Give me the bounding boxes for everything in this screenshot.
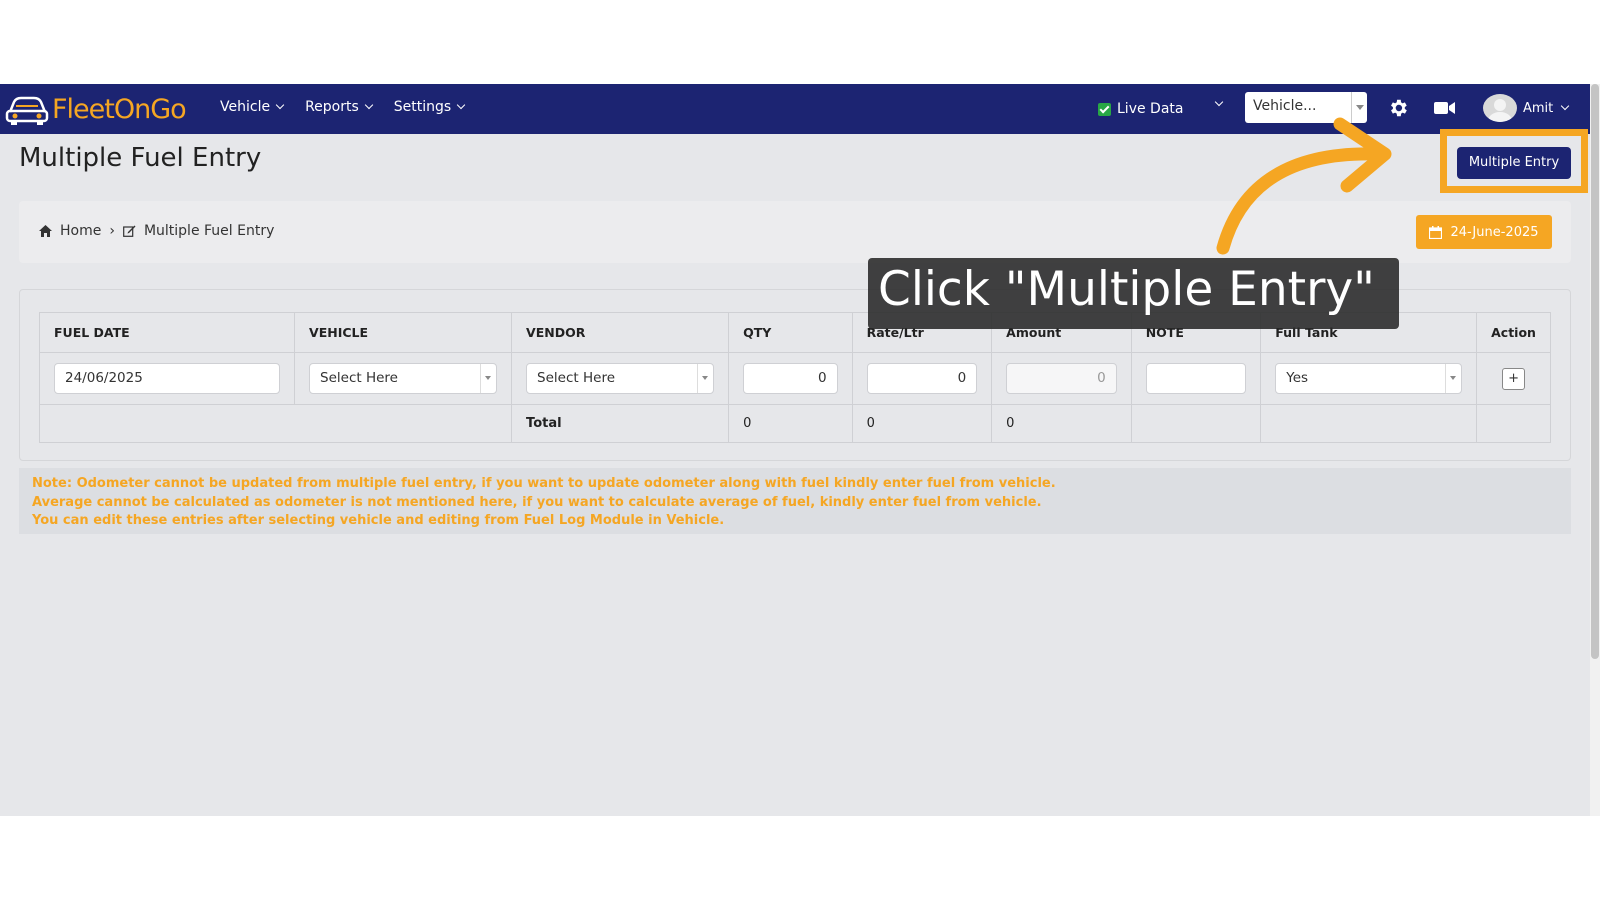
vertical-scrollbar[interactable] [1590, 84, 1600, 816]
col-vehicle: VEHICLE [294, 312, 513, 353]
total-amount: 0 [991, 404, 1132, 443]
fuel-entry-table: FUEL DATE VEHICLE VENDOR QTY Rate/Ltr Am… [38, 312, 1551, 443]
nav-reports-label: Reports [305, 99, 359, 115]
breadcrumb-home[interactable]: Home [60, 223, 101, 239]
tutorial-callout: Click "Multiple Entry" [868, 258, 1399, 329]
full-tank-select[interactable]: Yes [1275, 363, 1463, 394]
total-row: Total 0 0 0 [38, 404, 1551, 443]
table-row: 24/06/2025 Select Here Select Here 0 0 0… [38, 352, 1551, 405]
vehicle-select-value: Vehicle... [1253, 98, 1317, 114]
note-input[interactable] [1145, 363, 1247, 394]
note-line: Average cannot be calculated as odometer… [32, 494, 1042, 510]
chevron-down-icon [456, 100, 466, 110]
cell-vehicle: Select Here [294, 352, 513, 405]
user-menu[interactable]: Amit [1483, 94, 1570, 122]
add-row-button[interactable]: + [1502, 367, 1526, 390]
home-icon [39, 225, 52, 237]
app-frame: FleetOnGo Vehicle Reports Settings Live … [0, 84, 1590, 816]
live-data-label: Live Data [1117, 101, 1184, 117]
edit-icon [123, 225, 136, 237]
nav-reports[interactable]: Reports [305, 99, 374, 115]
chevron-down-icon [275, 100, 285, 110]
date-label: 24-June-2025 [1450, 224, 1539, 240]
note-line: You can edit these entries after selecti… [32, 513, 725, 528]
total-label: Total [511, 404, 730, 443]
nav-settings[interactable]: Settings [393, 99, 466, 115]
col-fuel-date: FUEL DATE [38, 312, 296, 353]
cell-rate: 0 [851, 352, 993, 405]
pointer-arrow-icon [1216, 117, 1392, 255]
cell-qty: 0 [728, 352, 853, 405]
car-logo-icon [5, 96, 49, 125]
total-full-tank-cell [1260, 404, 1478, 443]
breadcrumb-separator: › [109, 223, 115, 239]
total-qty: 0 [728, 404, 853, 443]
nav-vehicle[interactable]: Vehicle [220, 99, 285, 115]
amount-input: 0 [1006, 363, 1117, 394]
checkbox-checked-icon[interactable] [1098, 102, 1111, 116]
vendor-select-value: Select Here [537, 370, 616, 386]
vendor-select-field[interactable]: Select Here [526, 363, 715, 394]
total-empty-cell [38, 404, 513, 443]
total-note-cell [1130, 404, 1262, 443]
note-line: Note: Odometer cannot be updated from mu… [32, 476, 1056, 491]
dropdown-arrow-icon [480, 364, 496, 393]
fuel-date-input[interactable]: 24/06/2025 [54, 363, 281, 394]
col-action: Action [1476, 312, 1551, 353]
video-camera-icon[interactable] [1434, 100, 1456, 116]
col-vendor: VENDOR [511, 312, 730, 353]
scrollbar-thumb[interactable] [1591, 84, 1599, 659]
breadcrumb-current: Multiple Fuel Entry [143, 223, 275, 239]
nav-vehicle-label: Vehicle [220, 99, 271, 115]
cell-vendor: Select Here [511, 352, 730, 405]
live-data-dropdown-icon[interactable] [1214, 97, 1224, 107]
cell-note [1130, 352, 1262, 405]
cell-action: + [1476, 352, 1551, 405]
breadcrumb: Home › Multiple Fuel Entry [39, 223, 274, 239]
calendar-icon [1429, 225, 1443, 239]
logo[interactable]: FleetOnGo [4, 91, 187, 127]
dropdown-arrow-icon [1445, 364, 1461, 393]
highlight-box [1440, 129, 1588, 193]
user-name: Amit [1523, 100, 1554, 116]
live-data-toggle[interactable]: Live Data [1098, 101, 1183, 117]
rate-input[interactable]: 0 [866, 363, 978, 394]
cell-fuel-date: 24/06/2025 [38, 352, 296, 405]
total-rate: 0 [851, 404, 993, 443]
cell-full-tank: Yes [1260, 352, 1478, 405]
date-button[interactable]: 24-June-2025 [1416, 215, 1552, 249]
vehicle-select-field[interactable]: Select Here [309, 363, 498, 394]
col-qty: QTY [728, 312, 853, 353]
page-title: Multiple Fuel Entry [19, 143, 262, 173]
avatar [1483, 94, 1517, 122]
total-action-cell [1476, 404, 1551, 443]
qty-input[interactable]: 0 [743, 363, 838, 394]
nav-menu: Vehicle Reports Settings [220, 99, 466, 115]
vehicle-select-value: Select Here [320, 370, 398, 386]
dropdown-arrow-icon [697, 364, 713, 393]
chevron-down-icon [364, 100, 374, 110]
nav-settings-label: Settings [393, 99, 452, 115]
full-tank-value: Yes [1286, 370, 1309, 386]
logo-text: FleetOnGo [52, 93, 187, 125]
info-note: Note: Odometer cannot be updated from mu… [19, 468, 1571, 534]
cell-amount: 0 [991, 352, 1132, 405]
chevron-down-icon [1561, 101, 1570, 111]
